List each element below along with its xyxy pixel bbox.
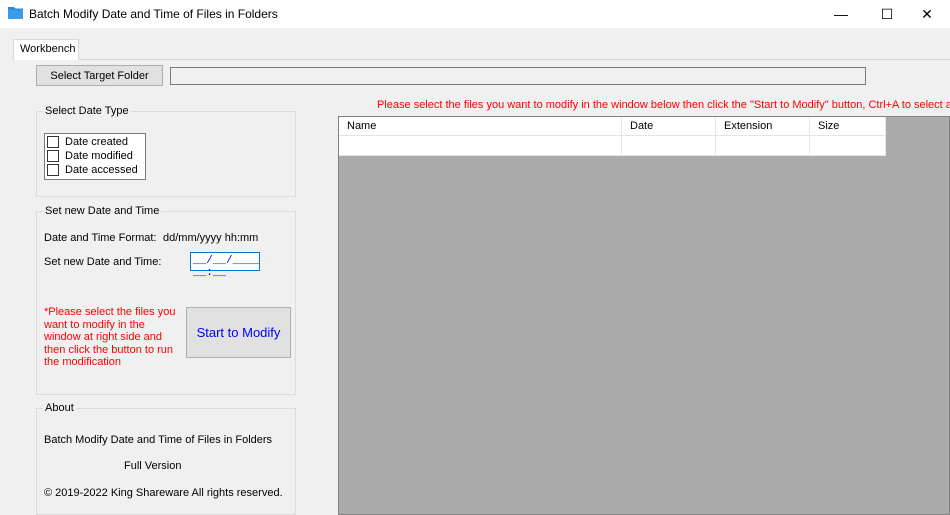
start-to-modify-button[interactable]: Start to Modify [186, 307, 291, 358]
about-group: About Batch Modify Date and Time of File… [36, 402, 296, 515]
date-type-group-title: Select Date Type [43, 105, 131, 117]
format-value: dd/mm/yyyy hh:mm [163, 232, 259, 244]
new-date-label: Set new Date and Time: [44, 256, 162, 268]
checkbox-box[interactable] [47, 150, 59, 162]
maximize-icon: ☐ [880, 5, 894, 22]
table-cell [810, 136, 886, 156]
format-label: Date and Time Format: [44, 232, 157, 244]
set-date-group: Set new Date and Time Date and Time Form… [36, 205, 296, 395]
checkbox-date-modified[interactable]: Date modified [45, 149, 145, 163]
column-header-extension[interactable]: Extension [716, 117, 810, 136]
title-bar: Batch Modify Date and Time of Files in F… [0, 0, 950, 28]
checkbox-box[interactable] [47, 164, 59, 176]
date-type-checklist: Date created Date modified Date accessed [44, 133, 146, 180]
file-list-hint: Please select the files you want to modi… [377, 99, 950, 111]
new-date-time-input[interactable]: __/__/____ __:__ [190, 252, 260, 279]
date-type-group: Select Date Type Date created Date modif… [36, 105, 296, 197]
column-header-date[interactable]: Date [622, 117, 716, 136]
checkbox-label: Date modified [65, 150, 133, 162]
table-cell [716, 136, 810, 156]
window-title: Batch Modify Date and Time of Files in F… [29, 7, 278, 21]
folder-path-field[interactable] [170, 67, 866, 85]
checkbox-label: Date created [65, 136, 128, 148]
set-date-group-title: Set new Date and Time [43, 205, 162, 217]
file-list-view[interactable]: Name Date Extension Size [338, 116, 950, 515]
minimize-button[interactable]: — [818, 0, 864, 28]
column-header-name[interactable]: Name [339, 117, 622, 136]
about-edition: Full Version [124, 460, 182, 472]
about-group-title: About [43, 402, 76, 414]
checkbox-label: Date accessed [65, 164, 138, 176]
about-copyright: © 2019-2022 King Shareware All rights re… [44, 487, 283, 499]
about-product-name: Batch Modify Date and Time of Files in F… [44, 434, 273, 446]
checkbox-box[interactable] [47, 136, 59, 148]
select-target-folder-button[interactable]: Select Target Folder [36, 65, 163, 86]
checkbox-date-accessed[interactable]: Date accessed [45, 163, 145, 177]
close-button[interactable]: ✕ [904, 0, 950, 28]
table-cell [339, 136, 622, 156]
file-list-header: Name Date Extension Size [339, 117, 886, 136]
checkbox-date-created[interactable]: Date created [45, 135, 145, 149]
instruction-warning: *Please select the files you want to mod… [44, 306, 176, 368]
tab-workbench[interactable]: Workbench [13, 39, 79, 60]
table-row[interactable] [339, 136, 886, 156]
close-icon: ✕ [921, 5, 933, 22]
table-cell [622, 136, 716, 156]
minimize-icon: — [834, 6, 848, 22]
folder-icon [8, 7, 23, 19]
column-header-size[interactable]: Size [810, 117, 886, 136]
